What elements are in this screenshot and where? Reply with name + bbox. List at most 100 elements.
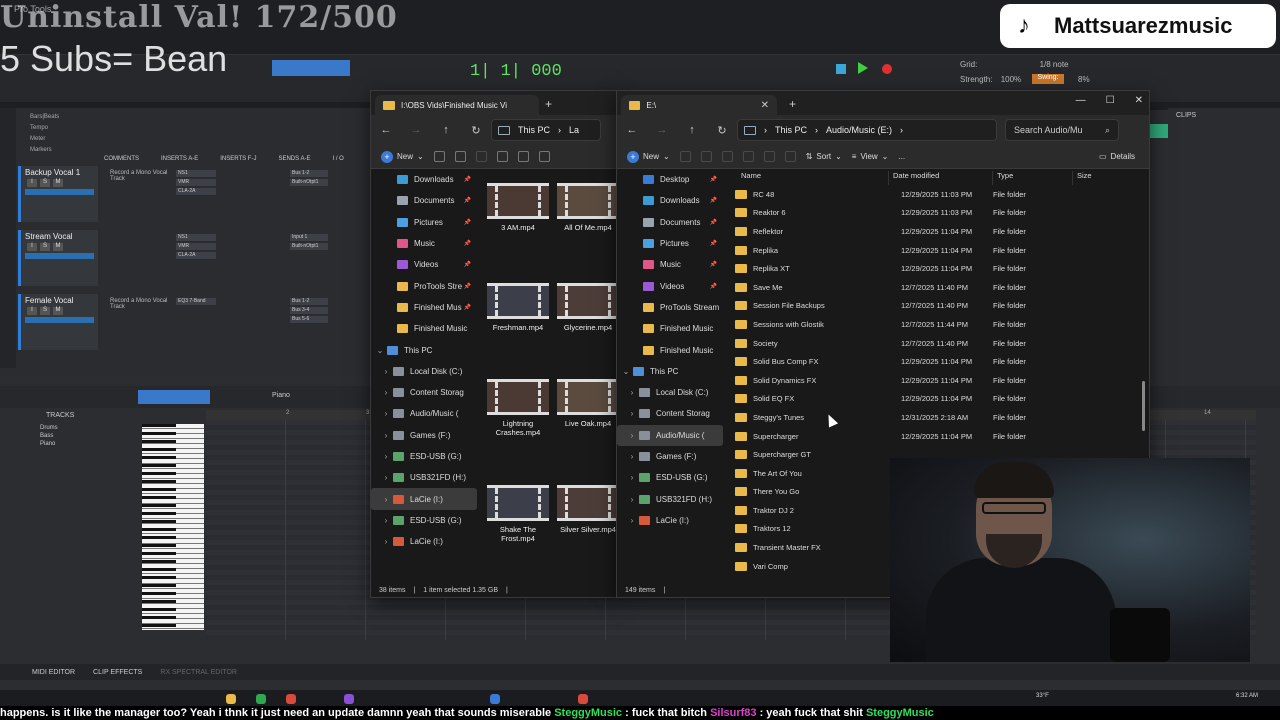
file-row[interactable]: Save Me 12/7/2025 11:40 PM File folder [729,278,1135,297]
track-stream-vocal[interactable]: Stream Vocal ISM [18,230,98,286]
io-slot[interactable]: Input 1 [290,234,328,241]
midi-tools-group[interactable] [138,390,210,404]
breadcrumb-item[interactable]: La [569,125,579,135]
input-monitor-button[interactable]: I [27,179,37,187]
nav-item[interactable]: Videos 📌 [617,275,723,296]
file-row[interactable]: Society 12/7/2025 11:40 PM File folder [729,334,1135,353]
nav-item[interactable]: › LaCie (I:) [371,531,477,552]
nav-item[interactable]: › Games (F:) [371,425,477,446]
file-row[interactable]: Sessions with Glostik 12/7/2025 11:44 PM F… [729,315,1135,334]
back-arrow-icon[interactable]: ← [371,124,401,136]
nav-item[interactable]: ProTools Stre 📌 [371,275,477,296]
midi-track-item[interactable]: Piano [40,440,58,448]
close-tab-icon[interactable]: ✕ [761,100,769,111]
insert-slot[interactable]: VMR [176,179,216,186]
column-date-modified[interactable]: Date modified [889,171,993,185]
record-button[interactable] [882,64,892,74]
tab-rx-spectral-editor[interactable]: RX SPECTRAL EDITOR [160,669,237,676]
chevron-right-icon[interactable]: › [625,473,639,482]
file-row[interactable]: Solid Bus Comp FX 12/29/2025 11:04 PM File… [729,352,1135,371]
markers-ruler[interactable]: Markers [30,145,59,156]
chevron-right-icon[interactable]: › [625,409,639,418]
video-file-thumbnail[interactable]: Live Oak.mp4 [553,379,617,428]
nav-item[interactable]: Finished Music [617,339,723,360]
weather-readout[interactable]: 33°F [1036,693,1049,699]
nav-item[interactable]: Videos 📌 [371,254,477,275]
io-slot[interactable]: Built-nOtpt1 [290,179,328,186]
video-file-thumbnail[interactable]: All Of Me.mp4 [553,183,617,232]
grid-value[interactable]: 1/8 note [1040,60,1069,69]
nav-item[interactable]: ProTools Stream [617,297,723,318]
io-slot[interactable]: Bus 3-4 [290,307,328,314]
add-tab-icon[interactable]: + [789,97,796,111]
mute-button[interactable]: M [53,179,63,187]
edit-tools-group[interactable] [272,60,350,76]
nav-item[interactable]: Pictures 📌 [617,233,723,254]
track-name[interactable]: Backup Vocal 1 [21,166,98,179]
chevron-right-icon[interactable]: › [379,495,393,504]
vertical-scrollbar[interactable] [1142,381,1145,431]
track-name[interactable]: Female Vocal [21,294,98,307]
video-file-thumbnail[interactable]: Glycerine.mp4 [553,283,617,332]
cut-icon[interactable] [433,151,445,162]
waveform-view-selector[interactable] [25,317,94,323]
nav-item[interactable]: › Audio/Music ( [617,424,723,446]
nav-item[interactable]: Downloads 📌 [371,169,477,190]
waveform-view-selector[interactable] [25,189,94,195]
nav-item[interactable]: › Local Disk (C:) [371,361,477,382]
file-row[interactable]: Solid EQ FX 12/29/2025 11:04 PM File folde… [729,390,1135,409]
io-slot[interactable]: Bus 1-2 [290,170,328,177]
tempo-ruler[interactable]: Tempo [30,123,59,134]
video-file-thumbnail[interactable]: Silver Silver.mp4 [553,485,617,534]
nav-item[interactable]: Finished Mus 📌 [371,297,477,318]
file-row[interactable]: Reaktor 6 12/29/2025 11:03 PM File folder [729,204,1135,223]
video-file-thumbnail[interactable]: Lightning Crashes.mp4 [483,379,553,437]
selected-clip-bar[interactable] [1148,124,1168,138]
nav-item[interactable]: Pictures 📌 [371,212,477,233]
nav-item[interactable]: › ESD-USB (G:) [617,467,723,488]
input-monitor-button[interactable]: I [27,243,37,251]
share-icon[interactable] [517,151,529,162]
chevron-right-icon[interactable]: › [379,409,393,418]
rename-icon[interactable] [742,151,754,162]
file-row[interactable]: Replika XT 12/29/2025 11:04 PM File folder [729,259,1135,278]
chevron-right-icon[interactable]: › [625,452,639,461]
track-female-vocal[interactable]: Female Vocal ISM [18,294,98,350]
video-file-thumbnail[interactable]: Shake The Frost.mp4 [483,485,553,543]
nav-item[interactable]: Music 📌 [371,233,477,254]
chevron-right-icon[interactable]: › [625,516,639,525]
swing-value[interactable]: 8% [1078,75,1090,84]
tab-midi-editor[interactable]: MIDI EDITOR [32,669,75,676]
breadcrumb-item[interactable]: This PC [518,125,550,135]
nav-item[interactable]: › USB321FD (H:) [617,488,723,509]
nav-item[interactable]: Finished Music [617,318,723,339]
nav-item[interactable]: Desktop 📌 [617,169,723,190]
chevron-right-icon[interactable]: › [625,388,639,397]
insert-slot[interactable]: NS1 [176,170,216,177]
insert-slot[interactable]: NS1 [176,234,216,241]
column-type[interactable]: Type [993,171,1073,185]
midi-track-item[interactable]: Bass [40,432,58,440]
midi-track-item[interactable]: Drums [40,424,58,432]
file-row[interactable]: Session File Backups 12/7/2025 11:40 PM Fi… [729,297,1135,316]
nav-item[interactable]: › Local Disk (C:) [617,382,723,403]
mute-button[interactable]: M [53,243,63,251]
bars-beats-ruler[interactable]: Bars|Beats [30,112,59,123]
chevron-right-icon[interactable]: › [379,452,393,461]
chevron-right-icon[interactable]: › [379,473,393,482]
refresh-icon[interactable]: ↻ [707,124,737,137]
track-name[interactable]: Stream Vocal [21,230,98,243]
column-size[interactable]: Size [1073,171,1133,185]
stop-button[interactable] [836,64,846,74]
video-file-thumbnail[interactable]: 3 AM.mp4 [483,183,553,232]
app-taskbar-icon[interactable] [578,694,588,704]
insert-slot[interactable]: CLA-2A [176,188,216,195]
view-button[interactable]: ≡ View ⌄ [852,152,889,161]
nav-item[interactable]: Documents 📌 [371,190,477,211]
copy-icon[interactable] [454,151,466,162]
nav-item[interactable]: › Content Storag [371,382,477,403]
chevron-down-icon[interactable]: ⌄ [373,346,387,355]
forward-arrow-icon[interactable]: → [401,124,431,136]
breadcrumb-item[interactable]: Audio/Music (E:) [826,125,892,135]
nav-item[interactable]: Music 📌 [617,254,723,275]
